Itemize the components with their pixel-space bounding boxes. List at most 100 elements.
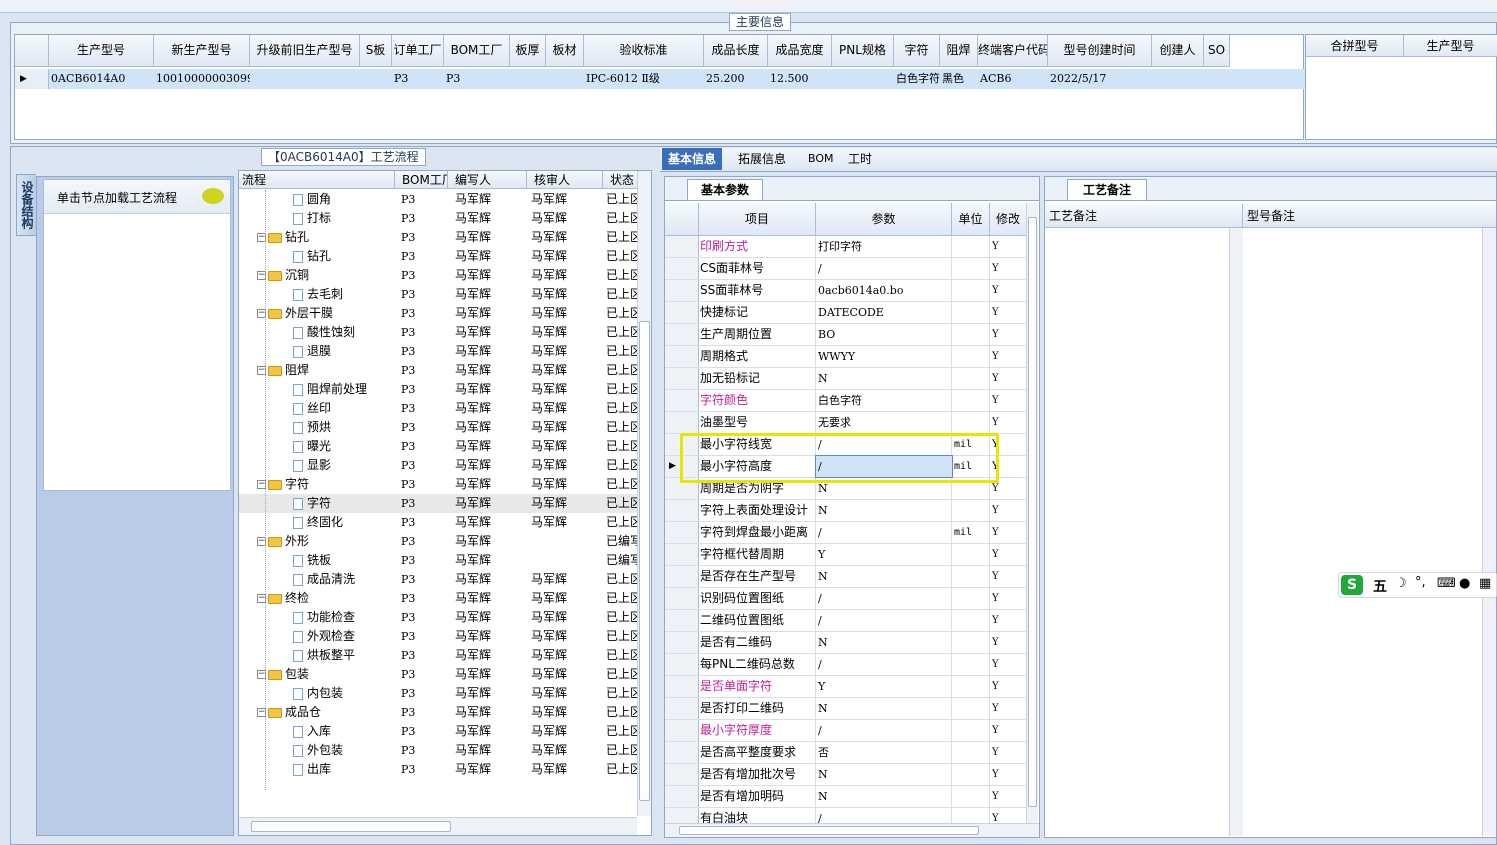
ime-logo-icon[interactable]: S [1341,575,1363,595]
param-row[interactable]: 生产周期位置 BO Y [665,324,1027,346]
tree-node-成品清洗[interactable]: 成品清洗 P3 马军辉 马军辉 已上区 [239,570,639,589]
param-value[interactable]: N [816,786,952,807]
main-col-header[interactable]: 成品长度 [704,35,768,67]
tree-node-包装[interactable]: − 包装 P3 马军辉 马军辉 已上区 [239,665,639,684]
main-col-header[interactable]: 升级前旧生产型号 [250,35,360,67]
main-col-header[interactable]: 生产型号 [49,35,154,67]
tree-node-退膜[interactable]: 退膜 P3 马军辉 马军辉 已上区 [239,342,639,361]
keyboard-icon[interactable]: ⌨ [1437,576,1456,591]
params-col-header[interactable]: 单位 [952,203,990,236]
tree-node-入库[interactable]: 入库 P3 马军辉 马军辉 已上区 [239,722,639,741]
main-col-header[interactable]: 板厚 [510,35,546,67]
tree-col-header[interactable]: BOM工厂 [396,171,448,189]
tree-node-铣板[interactable]: 铣板 P3 马军辉 已编写 [239,551,639,570]
tree-node-烘板整平[interactable]: 烘板整平 P3 马军辉 马军辉 已上区 [239,646,639,665]
main-col-header[interactable]: PNL规格 [832,35,894,67]
load-hint-bar[interactable]: 单击节点加载工艺流程 [44,180,230,214]
notes-scroll-right[interactable] [1482,228,1496,836]
param-row[interactable]: CS面菲林号 / Y [665,258,1027,280]
main-col-header[interactable]: 订单工厂 [392,35,444,67]
tree-node-阻焊[interactable]: − 阻焊 P3 马军辉 马军辉 已上区 [239,361,639,380]
main-col-header[interactable]: SO [1204,35,1230,67]
param-value[interactable]: / [816,808,952,824]
param-row[interactable]: 快捷标记 DATECODE Y [665,302,1027,324]
param-value[interactable]: Y [816,544,952,565]
params-hscroll-thumb[interactable] [679,826,979,835]
param-row[interactable]: 字符颜色 白色字符 Y [665,390,1027,412]
param-row[interactable]: 有白油块 / Y [665,808,1027,824]
tree-node-终固化[interactable]: 终固化 P3 马军辉 马军辉 已上区 [239,513,639,532]
param-row[interactable]: 每PNL二维码总数 / Y [665,654,1027,676]
param-row[interactable]: 是否有二维码 N Y [665,632,1027,654]
param-row[interactable]: 周期格式 WWYY Y [665,346,1027,368]
param-row[interactable]: 字符框代替周期 Y Y [665,544,1027,566]
param-value[interactable]: / [816,610,952,631]
tab-bom[interactable]: BOM [802,148,840,170]
tree-node-钻孔[interactable]: 钻孔 P3 马军辉 马军辉 已上区 [239,247,639,266]
tree-col-header[interactable]: 核审人 [528,171,603,189]
param-value[interactable]: 0acb6014a0.bo [816,280,952,301]
tree-node-沉铜[interactable]: − 沉铜 P3 马军辉 马军辉 已上区 [239,266,639,285]
tree-node-显影[interactable]: 显影 P3 马军辉 马军辉 已上区 [239,456,639,475]
param-row[interactable]: 印刷方式 打印字符 Y [665,236,1027,258]
param-value[interactable]: Y [816,676,952,697]
tree-node-酸性蚀刻[interactable]: 酸性蚀刻 P3 马军辉 马军辉 已上区 [239,323,639,342]
param-value[interactable]: / [816,258,952,279]
param-value[interactable]: 无要求 [816,412,952,433]
tree-node-外观检查[interactable]: 外观检查 P3 马军辉 马军辉 已上区 [239,627,639,646]
param-value[interactable]: BO [816,324,952,345]
params-col-header[interactable]: 项目 [699,203,816,236]
param-row[interactable]: 字符到焊盘最小距离 / mil Y [665,522,1027,544]
param-value[interactable]: N [816,368,952,389]
param-row[interactable]: 二维码位置图纸 / Y [665,610,1027,632]
tab-work-hours[interactable]: 工时 [842,148,878,170]
tree-node-圆角[interactable]: 圆角 P3 马军辉 马军辉 已上区 [239,190,639,209]
tree-node-钻孔[interactable]: − 钻孔 P3 马军辉 马军辉 已上区 [239,228,639,247]
param-value[interactable]: N [816,632,952,653]
param-row[interactable]: 最小字符线宽 / mil Y [665,434,1027,456]
tab-process-notes[interactable]: 工艺备注 [1067,179,1147,200]
params-scroll-thumb[interactable] [1028,217,1037,807]
tree-col-header[interactable]: 编写人 [449,171,527,189]
notes-col-process[interactable]: 工艺备注 [1045,204,1243,228]
param-value[interactable]: 白色字符 [816,390,952,411]
tree-node-阻焊前处理[interactable]: 阻焊前处理 P3 马军辉 马军辉 已上区 [239,380,639,399]
tree-node-终检[interactable]: − 终检 P3 马军辉 马军辉 已上区 [239,589,639,608]
param-value[interactable]: N [816,698,952,719]
param-value[interactable]: / [816,522,952,543]
param-row[interactable]: 最小字符厚度 / Y [665,720,1027,742]
param-row[interactable]: 是否高平整度要求否 Y [665,742,1027,764]
tree-scrollbar-v[interactable] [637,171,651,816]
main-col-header[interactable]: 阻焊 [940,35,978,67]
tree-hscroll-thumb[interactable] [251,821,451,832]
tree-node-字符[interactable]: 字符 P3 马军辉 马军辉 已上区 [239,494,639,513]
params-col-header[interactable]: 修改 [990,203,1027,236]
tree-node-外包装[interactable]: 外包装 P3 马军辉 马军辉 已上区 [239,741,639,760]
tree-node-字符[interactable]: − 字符 P3 马军辉 马军辉 已上区 [239,475,639,494]
tree-node-内包装[interactable]: 内包装 P3 马军辉 马军辉 已上区 [239,684,639,703]
param-value[interactable]: / [816,588,952,609]
tab-basic-info[interactable]: 基本信息 [662,148,723,170]
tree-node-出库[interactable]: 出库 P3 马军辉 马军辉 已上区 [239,760,639,779]
params-col-header[interactable]: 参数 [816,203,952,236]
param-value[interactable]: / [816,434,952,455]
param-value[interactable]: / [816,720,952,741]
param-row[interactable]: 油墨型号 无要求 Y [665,412,1027,434]
param-row[interactable]: 是否有增加明码 N Y [665,786,1027,808]
main-col-header[interactable]: 终端客户代码 [978,35,1048,67]
tree-node-打标[interactable]: 打标 P3 马军辉 马军辉 已上区 [239,209,639,228]
main-col-header[interactable]: BOM工厂 [444,35,510,67]
main-col-header[interactable]: 验收标准 [584,35,704,67]
tree-scrollbar-h[interactable] [239,817,637,835]
param-row[interactable]: 识别码位置图纸 / Y [665,588,1027,610]
main-col-header[interactable]: 字符 [894,35,940,67]
tree-node-成品仓[interactable]: − 成品仓 P3 马军辉 马军辉 已上区 [239,703,639,722]
param-value[interactable]: N [816,566,952,587]
param-value[interactable]: DATECODE [816,302,952,323]
tree-node-去毛刺[interactable]: 去毛刺 P3 马军辉 马军辉 已上区 [239,285,639,304]
tree-node-丝印[interactable]: 丝印 P3 马军辉 马军辉 已上区 [239,399,639,418]
param-row[interactable]: 周期是否为阴字 N Y [665,478,1027,500]
notes-col-model[interactable]: 型号备注 [1243,204,1496,228]
params-scrollbar-v[interactable] [1026,203,1038,823]
main-col-header[interactable]: 成品宽度 [768,35,832,67]
